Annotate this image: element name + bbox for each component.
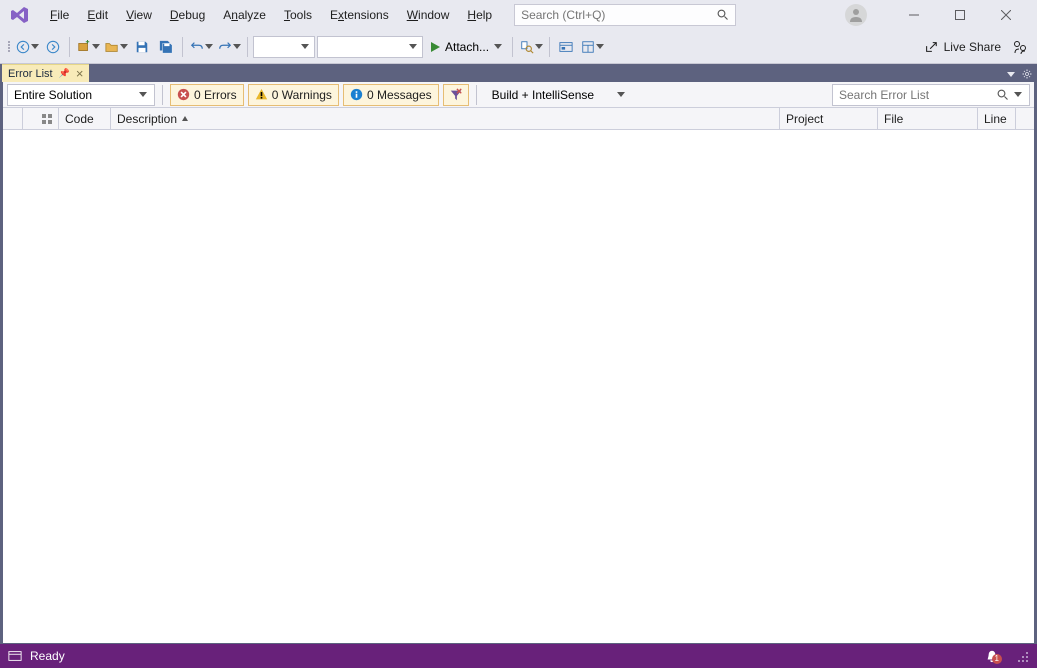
menu-edit[interactable]: Edit [79, 4, 116, 26]
properties-window-button[interactable] [579, 36, 605, 58]
vs-logo-icon [8, 3, 32, 27]
menu-help[interactable]: Help [459, 4, 500, 26]
col-scroll-gutter [1016, 108, 1034, 129]
error-list-body [3, 130, 1034, 643]
build-mode-value: Build + IntelliSense [492, 88, 594, 102]
status-bar: Ready 1 [0, 644, 1037, 668]
col-code[interactable]: Code [59, 108, 111, 129]
window-position-button[interactable] [1003, 66, 1019, 82]
minimize-button[interactable] [891, 0, 937, 30]
menu-extensions[interactable]: Extensions [322, 4, 397, 26]
save-button[interactable] [131, 36, 153, 58]
messages-filter-button[interactable]: 0 Messages [343, 84, 439, 106]
solution-config-combo[interactable] [253, 36, 315, 58]
menu-window[interactable]: Window [399, 4, 458, 26]
scope-combo[interactable]: Entire Solution [7, 84, 155, 106]
attach-debugger-button[interactable]: Attach... [425, 36, 507, 58]
error-icon [177, 88, 190, 101]
menu-bar: File Edit View Debug Analyze Tools Exten… [0, 0, 1037, 30]
col-description[interactable]: Description [111, 108, 780, 129]
col-line[interactable]: Line [978, 108, 1016, 129]
live-share-button[interactable]: Live Share [918, 40, 1007, 54]
error-list-columns: Code Description Project File Line [3, 108, 1034, 130]
standard-toolbar: Attach... Live Share [0, 30, 1037, 64]
error-list-search[interactable] [832, 84, 1030, 106]
col-severity[interactable] [3, 108, 23, 129]
attach-label: Attach... [445, 40, 489, 54]
errors-filter-button[interactable]: 0 Errors [170, 84, 244, 106]
search-icon [717, 9, 729, 21]
messages-count-label: 0 Messages [367, 88, 432, 102]
document-well: Error List 📌 × Entire Solution 0 Errors … [0, 64, 1037, 644]
redo-button[interactable] [216, 36, 242, 58]
window-controls [891, 0, 1029, 30]
col-file[interactable]: File [878, 108, 978, 129]
open-file-button[interactable] [103, 36, 129, 58]
close-icon[interactable]: × [76, 66, 84, 81]
notification-badge: 1 [992, 654, 1002, 664]
new-project-button[interactable] [75, 36, 101, 58]
nav-forward-button[interactable] [42, 36, 64, 58]
status-text: Ready [30, 649, 65, 663]
gear-icon[interactable] [1019, 66, 1035, 82]
error-list-tab[interactable]: Error List 📌 × [2, 64, 89, 82]
maximize-button[interactable] [937, 0, 983, 30]
quick-launch-search[interactable] [514, 4, 736, 26]
menu-items: File Edit View Debug Analyze Tools Exten… [42, 4, 500, 26]
filter-clear-icon [449, 88, 463, 102]
scope-value: Entire Solution [14, 88, 92, 102]
menu-analyze[interactable]: Analyze [215, 4, 274, 26]
menu-file[interactable]: File [42, 4, 77, 26]
clear-filter-button[interactable] [443, 84, 469, 106]
error-list-tab-label: Error List [8, 68, 53, 80]
toolbar-grip[interactable] [6, 36, 12, 58]
live-share-label: Live Share [944, 40, 1001, 54]
search-icon [997, 89, 1009, 101]
col-default[interactable] [23, 108, 59, 129]
save-all-button[interactable] [155, 36, 177, 58]
play-icon [429, 41, 441, 53]
nav-back-button[interactable] [14, 36, 40, 58]
resize-grip[interactable] [1015, 649, 1029, 663]
find-in-files-button[interactable] [518, 36, 544, 58]
pin-icon[interactable]: 📌 [59, 68, 70, 79]
solution-platform-combo[interactable] [317, 36, 423, 58]
feedback-button[interactable] [1009, 36, 1031, 58]
notifications-button[interactable]: 1 [985, 649, 999, 663]
sort-asc-icon [181, 115, 189, 123]
info-icon [350, 88, 363, 101]
share-icon [924, 40, 938, 54]
tool-window-tabstrip: Error List 📌 × [2, 64, 1035, 82]
undo-button[interactable] [188, 36, 214, 58]
account-avatar[interactable] [845, 4, 867, 26]
error-list-panel: Entire Solution 0 Errors 0 Warnings 0 Me… [2, 82, 1035, 644]
close-button[interactable] [983, 0, 1029, 30]
warnings-filter-button[interactable]: 0 Warnings [248, 84, 339, 106]
errors-count-label: 0 Errors [194, 88, 237, 102]
menu-debug[interactable]: Debug [162, 4, 213, 26]
build-mode-combo[interactable]: Build + IntelliSense [484, 84, 634, 106]
warnings-count-label: 0 Warnings [272, 88, 332, 102]
menu-tools[interactable]: Tools [276, 4, 320, 26]
menu-view[interactable]: View [118, 4, 160, 26]
error-list-toolbar: Entire Solution 0 Errors 0 Warnings 0 Me… [3, 82, 1034, 108]
col-project[interactable]: Project [780, 108, 878, 129]
solution-explorer-button[interactable] [555, 36, 577, 58]
quick-launch-input[interactable] [521, 8, 717, 22]
error-list-search-input[interactable] [839, 88, 997, 102]
window-icon [8, 649, 22, 663]
warning-icon [255, 88, 268, 101]
